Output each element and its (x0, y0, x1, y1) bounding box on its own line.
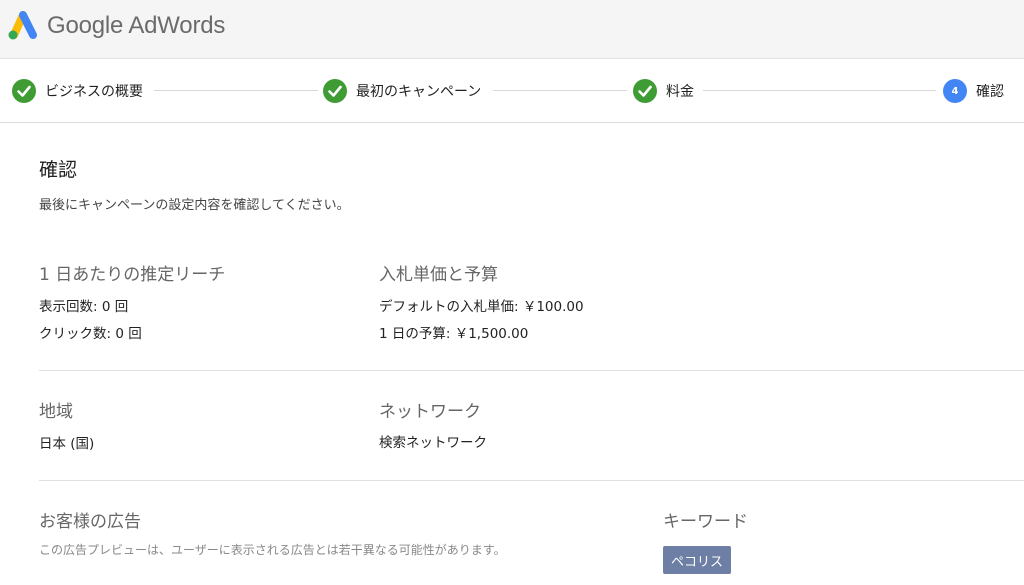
bidding-title: 入札単価と予算 (379, 265, 498, 285)
step-pricing[interactable]: 料金 (633, 79, 694, 103)
step-connector (154, 90, 318, 91)
reach-title: 1 日あたりの推定リーチ (39, 265, 226, 285)
ads-title: お客様の広告 (39, 512, 141, 532)
section-divider (39, 480, 1024, 481)
adwords-logo-icon (8, 11, 37, 40)
step-business-overview[interactable]: ビジネスの概要 (12, 79, 143, 103)
step-label: ビジネスの概要 (45, 84, 143, 100)
check-circle-icon (633, 79, 657, 103)
page-description: 最後にキャンペーンの設定内容を確認してください。 (39, 198, 350, 213)
location-title: 地域 (39, 402, 73, 422)
app-title: Google AdWords (47, 12, 226, 39)
keyword-chip: ペコリス (663, 546, 732, 574)
keywords-title: キーワード (663, 512, 748, 532)
app-header: Google AdWords (0, 0, 1024, 59)
progress-stepper: ビジネスの概要 最初のキャンペーン 料金 4 確認 (0, 59, 1024, 123)
impressions-value: 表示回数: 0 回 (39, 299, 129, 315)
location-value: 日本 (国) (39, 436, 95, 452)
step-number-badge: 4 (943, 79, 967, 103)
check-circle-icon (323, 79, 347, 103)
step-connector (703, 90, 936, 91)
step-confirm: 4 確認 (943, 79, 1004, 103)
step-label: 料金 (666, 84, 694, 100)
step-label: 最初のキャンペーン (356, 84, 482, 100)
step-label: 確認 (976, 84, 1004, 100)
page-title: 確認 (39, 159, 78, 181)
step-connector (493, 90, 627, 91)
review-content: 確認 最後にキャンペーンの設定内容を確認してください。 1 日あたりの推定リーチ… (0, 124, 1024, 585)
check-circle-icon (12, 79, 36, 103)
clicks-value: クリック数: 0 回 (39, 326, 142, 342)
section-divider (39, 370, 1024, 371)
step-first-campaign[interactable]: 最初のキャンペーン (323, 79, 481, 103)
daily-budget-value: 1 日の予算: ￥1,500.00 (379, 326, 529, 342)
ads-preview-note: この広告プレビューは、ユーザーに表示される広告とは若干異なる可能性があります。 (39, 543, 506, 557)
default-bid-value: デフォルトの入札単価: ￥100.00 (379, 299, 584, 315)
network-title: ネットワーク (379, 402, 481, 422)
network-value: 検索ネットワーク (379, 435, 487, 451)
